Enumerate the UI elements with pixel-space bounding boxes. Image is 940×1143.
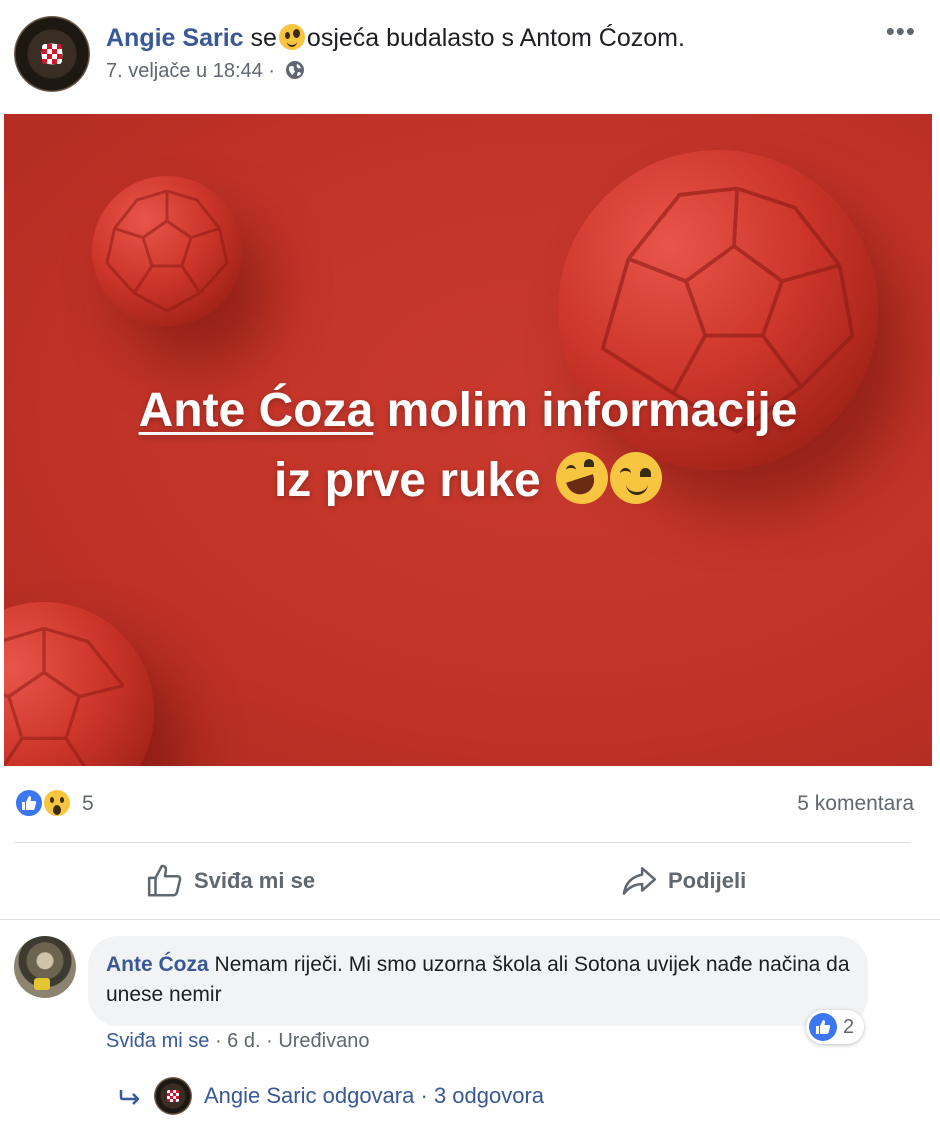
feeling-text: osjeća budalasto s	[306, 24, 515, 52]
comment-reactions[interactable]: 2	[806, 1010, 865, 1044]
football-decoration	[4, 602, 154, 766]
reaction-count[interactable]: 5	[82, 792, 94, 816]
more-options-button[interactable]: •••	[886, 16, 916, 47]
caption-line-2: iz prve ruke	[4, 446, 932, 516]
reply-text: Angie Saric odgovara	[204, 1083, 415, 1108]
post-header: Angie Saric se osjeća budalasto s Antom Ć…	[0, 0, 940, 112]
football-decoration	[92, 176, 242, 326]
feeling-suffix: .	[677, 24, 685, 52]
comment-like-link[interactable]: Sviđa mi se	[106, 1030, 209, 1052]
globe-icon[interactable]	[285, 60, 305, 80]
divider	[0, 919, 940, 920]
reply-author-avatar	[154, 1077, 192, 1115]
meta-separator: ·	[214, 1030, 222, 1052]
like-reaction-icon[interactable]	[14, 788, 44, 818]
meta-separator: ·	[268, 60, 276, 82]
feeling-prefix: se	[250, 24, 277, 52]
checkerboard-icon	[42, 44, 62, 64]
comment-text: Nemam riječi. Mi smo uzorna škola ali So…	[106, 953, 850, 1006]
comment-author-link[interactable]: Ante Ćoza	[106, 953, 209, 976]
view-replies-link[interactable]: Angie Saric odgovara · 3 odgovora	[118, 1076, 544, 1116]
image-caption: Ante Ćoza molim informacije iz prve ruke	[4, 376, 932, 516]
post-header-line: Angie Saric se osjeća budalasto s Antom Ć…	[106, 22, 685, 54]
yum-emoji-icon	[610, 452, 663, 504]
reply-count: 3 odgovora	[433, 1083, 545, 1108]
post-timestamp-link[interactable]: 7. veljače u 18:44	[106, 60, 263, 82]
thumbs-up-icon	[147, 864, 182, 897]
post-meta: 7. veljače u 18:44 ·	[106, 60, 305, 83]
commenter-avatar[interactable]	[14, 936, 76, 998]
share-button-label: Podijeli	[668, 868, 747, 893]
tagged-person-link[interactable]: Antom Ćozom	[520, 24, 678, 52]
comment-bubble: Ante Ćoza Nemam riječi. Mi smo uzorna šk…	[88, 936, 868, 1026]
badge-icon	[34, 978, 50, 990]
like-reaction-icon	[809, 1013, 837, 1041]
comment-reaction-count: 2	[843, 1015, 855, 1038]
post-image[interactable]: Ante Ćoza molim informacije iz prve ruke	[4, 114, 932, 766]
reply-arrow-icon	[119, 1090, 140, 1105]
wow-reaction-icon[interactable]	[42, 788, 72, 818]
silly-face-emoji-icon	[278, 24, 305, 50]
post-action-bar: Sviđa mi se Podijeli	[0, 843, 940, 919]
comment-edited-label[interactable]: Uređivano	[278, 1030, 369, 1052]
comment-meta: Sviđa mi se · 6 d. · Uređivano	[106, 1030, 370, 1053]
like-button-label: Sviđa mi se	[194, 868, 316, 893]
comment-count-link[interactable]: 5 komentara	[797, 792, 914, 816]
caption-line-2-text: iz prve ruke	[273, 454, 555, 507]
caption-line-1: Ante Ćoza molim informacije	[4, 376, 932, 446]
like-button[interactable]: Sviđa mi se	[146, 843, 315, 919]
author-avatar[interactable]	[14, 16, 90, 92]
comment-age-link[interactable]: 6 d.	[227, 1030, 260, 1052]
caption-line-1-text: molim informacije	[373, 384, 798, 437]
reactions-summary: 5 5 komentara	[14, 784, 914, 824]
meta-separator: ·	[266, 1030, 273, 1052]
share-button[interactable]: Podijeli	[620, 843, 746, 919]
share-arrow-icon	[622, 867, 657, 895]
meta-separator: ·	[420, 1083, 428, 1108]
author-name-link[interactable]: Angie Saric	[106, 24, 244, 52]
caption-mention-link[interactable]: Ante Ćoza	[139, 384, 374, 437]
checkerboard-icon	[167, 1090, 179, 1102]
rofl-emoji-icon	[556, 452, 609, 504]
